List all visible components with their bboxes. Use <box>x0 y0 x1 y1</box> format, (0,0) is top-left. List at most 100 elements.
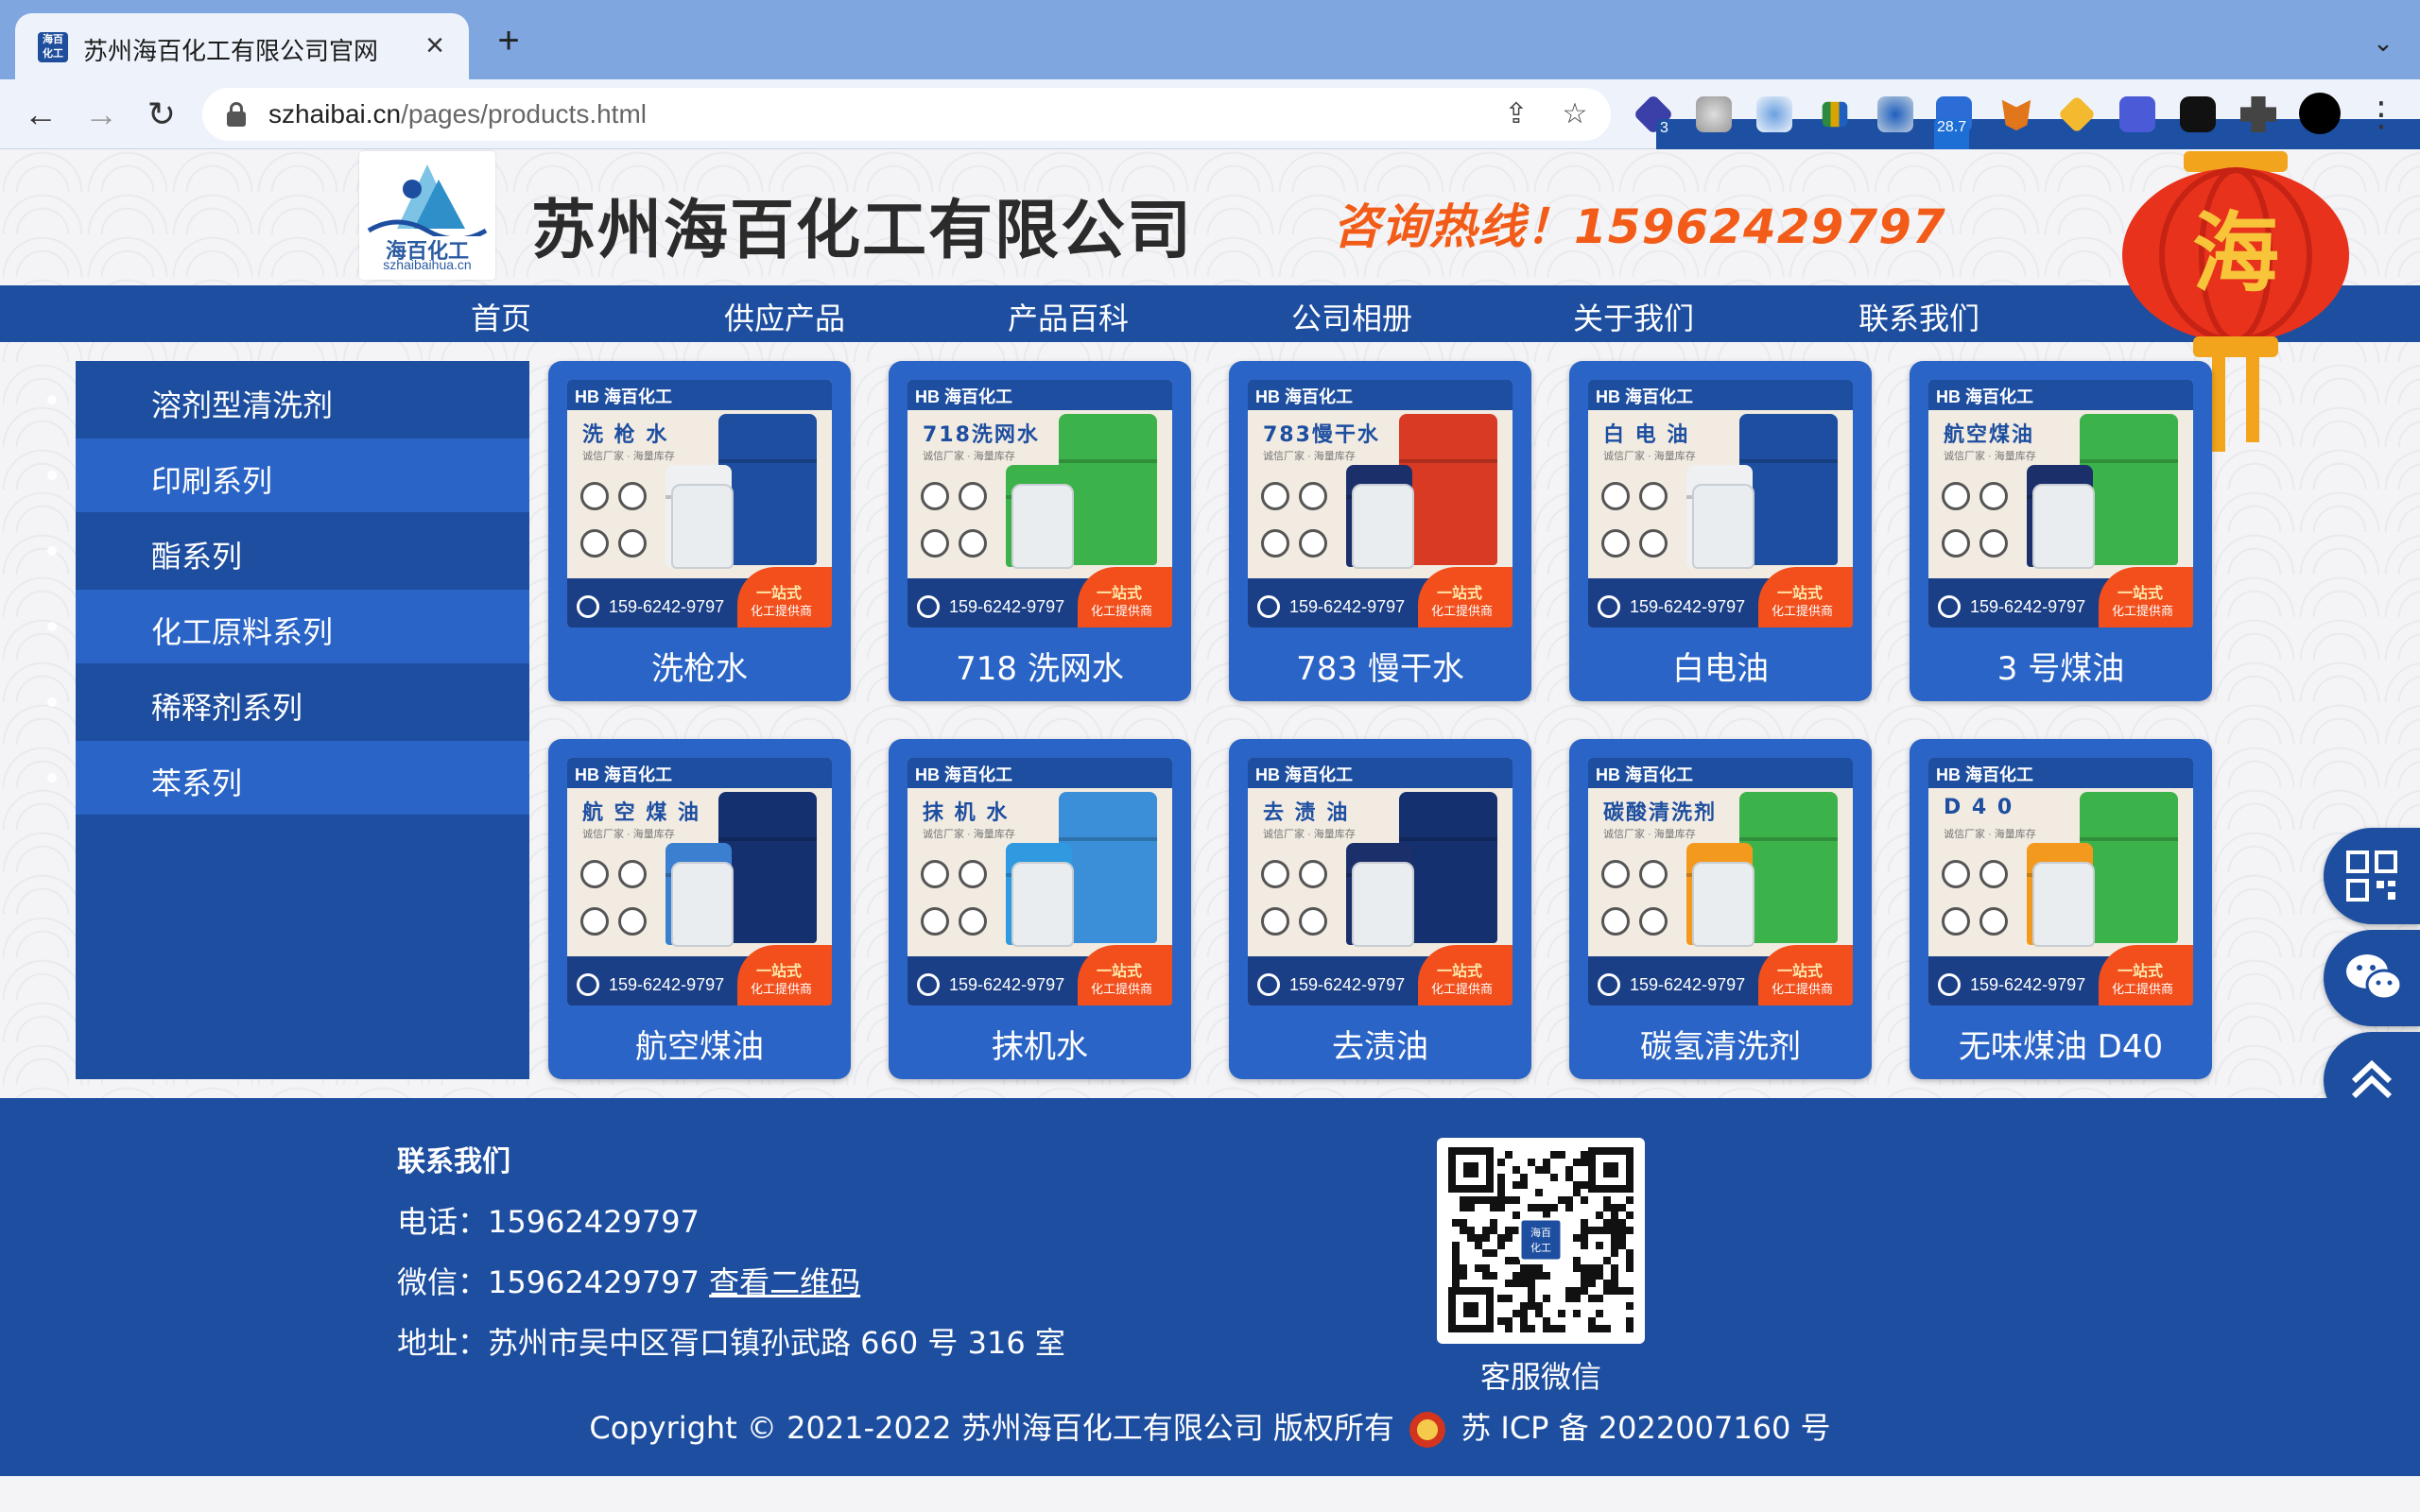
extension-cursor-icon[interactable] <box>2119 96 2155 132</box>
product-name[interactable]: 洗枪水 <box>548 643 851 689</box>
product-card[interactable]: HB 海百化工 洗 枪 水 诚信厂家 · 海量库存 159-6242-9797 <box>548 361 851 701</box>
kebab-menu-icon[interactable]: ⋮ <box>2360 93 2403 136</box>
jug-illustration <box>671 862 734 947</box>
qr-caption: 客服微信 <box>1479 1359 1601 1395</box>
nav-item-contact[interactable]: 联系我们 <box>1858 295 1979 338</box>
product-image[interactable]: HB 海百化工 航空煤油 诚信厂家 · 海量库存 159-6242-9797 一… <box>1928 380 2193 627</box>
extension-swirl-icon[interactable] <box>1756 96 1792 132</box>
product-card[interactable]: HB 海百化工 航空煤油 诚信厂家 · 海量库存 159-6242-9797 一… <box>1910 361 2212 701</box>
profile-avatar[interactable] <box>2299 93 2341 134</box>
bullet-icon <box>47 773 57 782</box>
product-card[interactable]: HB 海百化工 783慢干水 诚信厂家 · 海量库存 159-6242-9797 <box>1229 361 1531 701</box>
feature-icons <box>921 860 996 954</box>
product-image[interactable]: HB 海百化工 718洗网水 诚信厂家 · 海量库存 159-6242-9797 <box>908 380 1172 627</box>
sidebar-item-printing[interactable]: 印刷系列 <box>47 438 529 512</box>
extension-moon-icon[interactable] <box>1696 96 1732 132</box>
sidebar-item-label: 苯系列 <box>151 765 243 801</box>
product-name[interactable]: 去渍油 <box>1229 1021 1531 1067</box>
sidebar-item-solvent-cleaner[interactable]: 溶剂型清洗剂 <box>47 363 529 437</box>
product-name[interactable]: 3 号煤油 <box>1910 643 2212 689</box>
site-footer: 联系我们 电话：15962429797 微信：15962429797 查看二维码… <box>0 1098 2420 1476</box>
forward-arrow-icon[interactable]: → <box>79 93 123 136</box>
browser-tab[interactable]: 海百化工 苏州海百化工有限公司官网 × <box>15 13 469 79</box>
product-card[interactable]: HB 海百化工 碳酸清洗剂 诚信厂家 · 海量库存 159-6242-9797 <box>1569 739 1872 1079</box>
product-image[interactable]: HB 海百化工 白 电 油 诚信厂家 · 海量库存 159-6242-9797 <box>1588 380 1853 627</box>
feature-icon <box>1639 529 1668 558</box>
nav-item-about[interactable]: 关于我们 <box>1573 295 1694 338</box>
badge-subtitle: 化工提供商 <box>1431 604 1494 618</box>
nav-item-encyclopedia[interactable]: 产品百科 <box>1008 295 1129 338</box>
tab-close-icon[interactable]: × <box>416 26 454 64</box>
nav-item-album[interactable]: 公司相册 <box>1291 295 1412 338</box>
product-card[interactable]: HB 海百化工 去 渍 油 诚信厂家 · 海量库存 159-6242-9797 <box>1229 739 1531 1079</box>
view-qr-link[interactable]: 查看二维码 <box>709 1264 860 1300</box>
lock-icon[interactable] <box>227 102 246 127</box>
feature-icon <box>1261 907 1289 936</box>
product-card[interactable]: HB 海百化工 白 电 油 诚信厂家 · 海量库存 159-6242-9797 <box>1569 361 1872 701</box>
product-card[interactable]: HB 海百化工 D 4 0 诚信厂家 · 海量库存 159-6242-9797 <box>1910 739 2212 1079</box>
badge-subtitle: 化工提供商 <box>1091 982 1153 996</box>
product-name[interactable]: 抹机水 <box>889 1021 1191 1067</box>
nav-item-home[interactable]: 首页 <box>471 295 531 338</box>
product-image-subtitle: 诚信厂家 · 海量库存 <box>1263 829 1356 840</box>
url-text[interactable]: szhaibai.cn/pages/products.html <box>268 99 647 129</box>
footer-wechat: 微信：15962429797 查看二维码 <box>397 1259 860 1302</box>
product-name[interactable]: 碳氢清洗剂 <box>1569 1021 1872 1067</box>
footer-title: 联系我们 <box>397 1145 510 1178</box>
product-image-title: 航空煤油 <box>1944 423 2035 447</box>
jug-illustration <box>1011 484 1074 569</box>
sidebar-item-raw-materials[interactable]: 化工原料系列 <box>47 590 529 663</box>
product-card[interactable]: HB 海百化工 航 空 煤 油 诚信厂家 · 海量库存 159-6242-979… <box>548 739 851 1079</box>
reload-icon[interactable]: ↻ <box>140 93 183 136</box>
feature-icons <box>1261 860 1337 954</box>
tab-search-chevron-icon[interactable]: ⌄ <box>2369 28 2397 57</box>
product-image[interactable]: HB 海百化工 航 空 煤 油 诚信厂家 · 海量库存 159-6242-979… <box>567 758 832 1005</box>
product-image[interactable]: HB 海百化工 洗 枪 水 诚信厂家 · 海量库存 159-6242-9797 <box>567 380 832 627</box>
brand-label: HB 海百化工 <box>1936 765 2033 784</box>
feature-icon <box>959 529 987 558</box>
brand-label: HB 海百化工 <box>915 387 1012 406</box>
product-name[interactable]: 783 慢干水 <box>1229 643 1531 689</box>
address-bar[interactable]: szhaibai.cn/pages/products.html ⇪ ☆ <box>202 88 1611 141</box>
product-name[interactable]: 白电油 <box>1569 643 1872 689</box>
product-card[interactable]: HB 海百化工 718洗网水 诚信厂家 · 海量库存 159-6242-9797 <box>889 361 1191 701</box>
product-image[interactable]: HB 海百化工 抹 机 水 诚信厂家 · 海量库存 159-6242-9797 <box>908 758 1172 1005</box>
product-name[interactable]: 航空煤油 <box>548 1021 851 1067</box>
product-image-title: 抹 机 水 <box>923 801 1010 825</box>
wechat-qr-code: 海百 化工 <box>1437 1138 1645 1344</box>
product-image[interactable]: HB 海百化工 碳酸清洗剂 诚信厂家 · 海量库存 159-6242-9797 <box>1588 758 1853 1005</box>
back-arrow-icon[interactable]: ← <box>19 93 62 136</box>
qr-code-image: 海百 化工 <box>1448 1147 1634 1332</box>
product-image[interactable]: HB 海百化工 去 渍 油 诚信厂家 · 海量库存 159-6242-9797 <box>1248 758 1512 1005</box>
share-icon[interactable]: ⇪ <box>1499 97 1533 131</box>
extension-loop-icon[interactable] <box>1877 96 1913 132</box>
extension-chart-icon[interactable] <box>1822 101 1848 128</box>
product-image-phone: 159-6242-9797 <box>609 975 725 994</box>
sidebar-item-ester[interactable]: 酯系列 <box>47 514 529 588</box>
product-image[interactable]: HB 海百化工 D 4 0 诚信厂家 · 海量库存 159-6242-9797 <box>1928 758 2193 1005</box>
favicon-icon: 海百化工 <box>38 32 68 62</box>
feature-icon <box>921 482 949 510</box>
icp-link[interactable]: 苏 ICP 备 2022007160 号 <box>1461 1410 1830 1446</box>
product-name[interactable]: 718 洗网水 <box>889 643 1191 689</box>
new-tab-icon[interactable]: + <box>490 22 527 60</box>
browser-toolbar: ← → ↻ szhaibai.cn/pages/products.html ⇪ … <box>0 79 2420 156</box>
sidebar-item-label: 化工原料系列 <box>151 614 334 650</box>
qr-code-button[interactable] <box>2324 828 2420 924</box>
bookmark-star-icon[interactable]: ☆ <box>1558 97 1592 131</box>
jug-illustration <box>1692 862 1754 947</box>
product-image-subtitle: 诚信厂家 · 海量库存 <box>1944 451 2036 462</box>
badge-subtitle: 化工提供商 <box>2112 982 2174 996</box>
wechat-button[interactable] <box>2324 930 2420 1026</box>
product-image[interactable]: HB 海百化工 783慢干水 诚信厂家 · 海量库存 159-6242-9797 <box>1248 380 1512 627</box>
product-image-subtitle: 诚信厂家 · 海量库存 <box>1944 829 2036 840</box>
product-name[interactable]: 无味煤油 D40 <box>1910 1021 2212 1067</box>
site-logo[interactable]: 海百化工 szhaibaihua.cn <box>359 151 495 280</box>
sidebar-item-benzene[interactable]: 苯系列 <box>47 741 529 815</box>
nav-item-products[interactable]: 供应产品 <box>724 295 845 338</box>
badge-subtitle: 化工提供商 <box>1772 604 1834 618</box>
product-card[interactable]: HB 海百化工 抹 机 水 诚信厂家 · 海量库存 159-6242-9797 <box>889 739 1191 1079</box>
sidebar-item-thinner[interactable]: 稀释剂系列 <box>47 665 529 739</box>
footer-address: 地址：苏州市吴中区胥口镇孙武路 660 号 316 室 <box>397 1325 1065 1361</box>
extension-glasses-icon[interactable] <box>2180 96 2216 132</box>
